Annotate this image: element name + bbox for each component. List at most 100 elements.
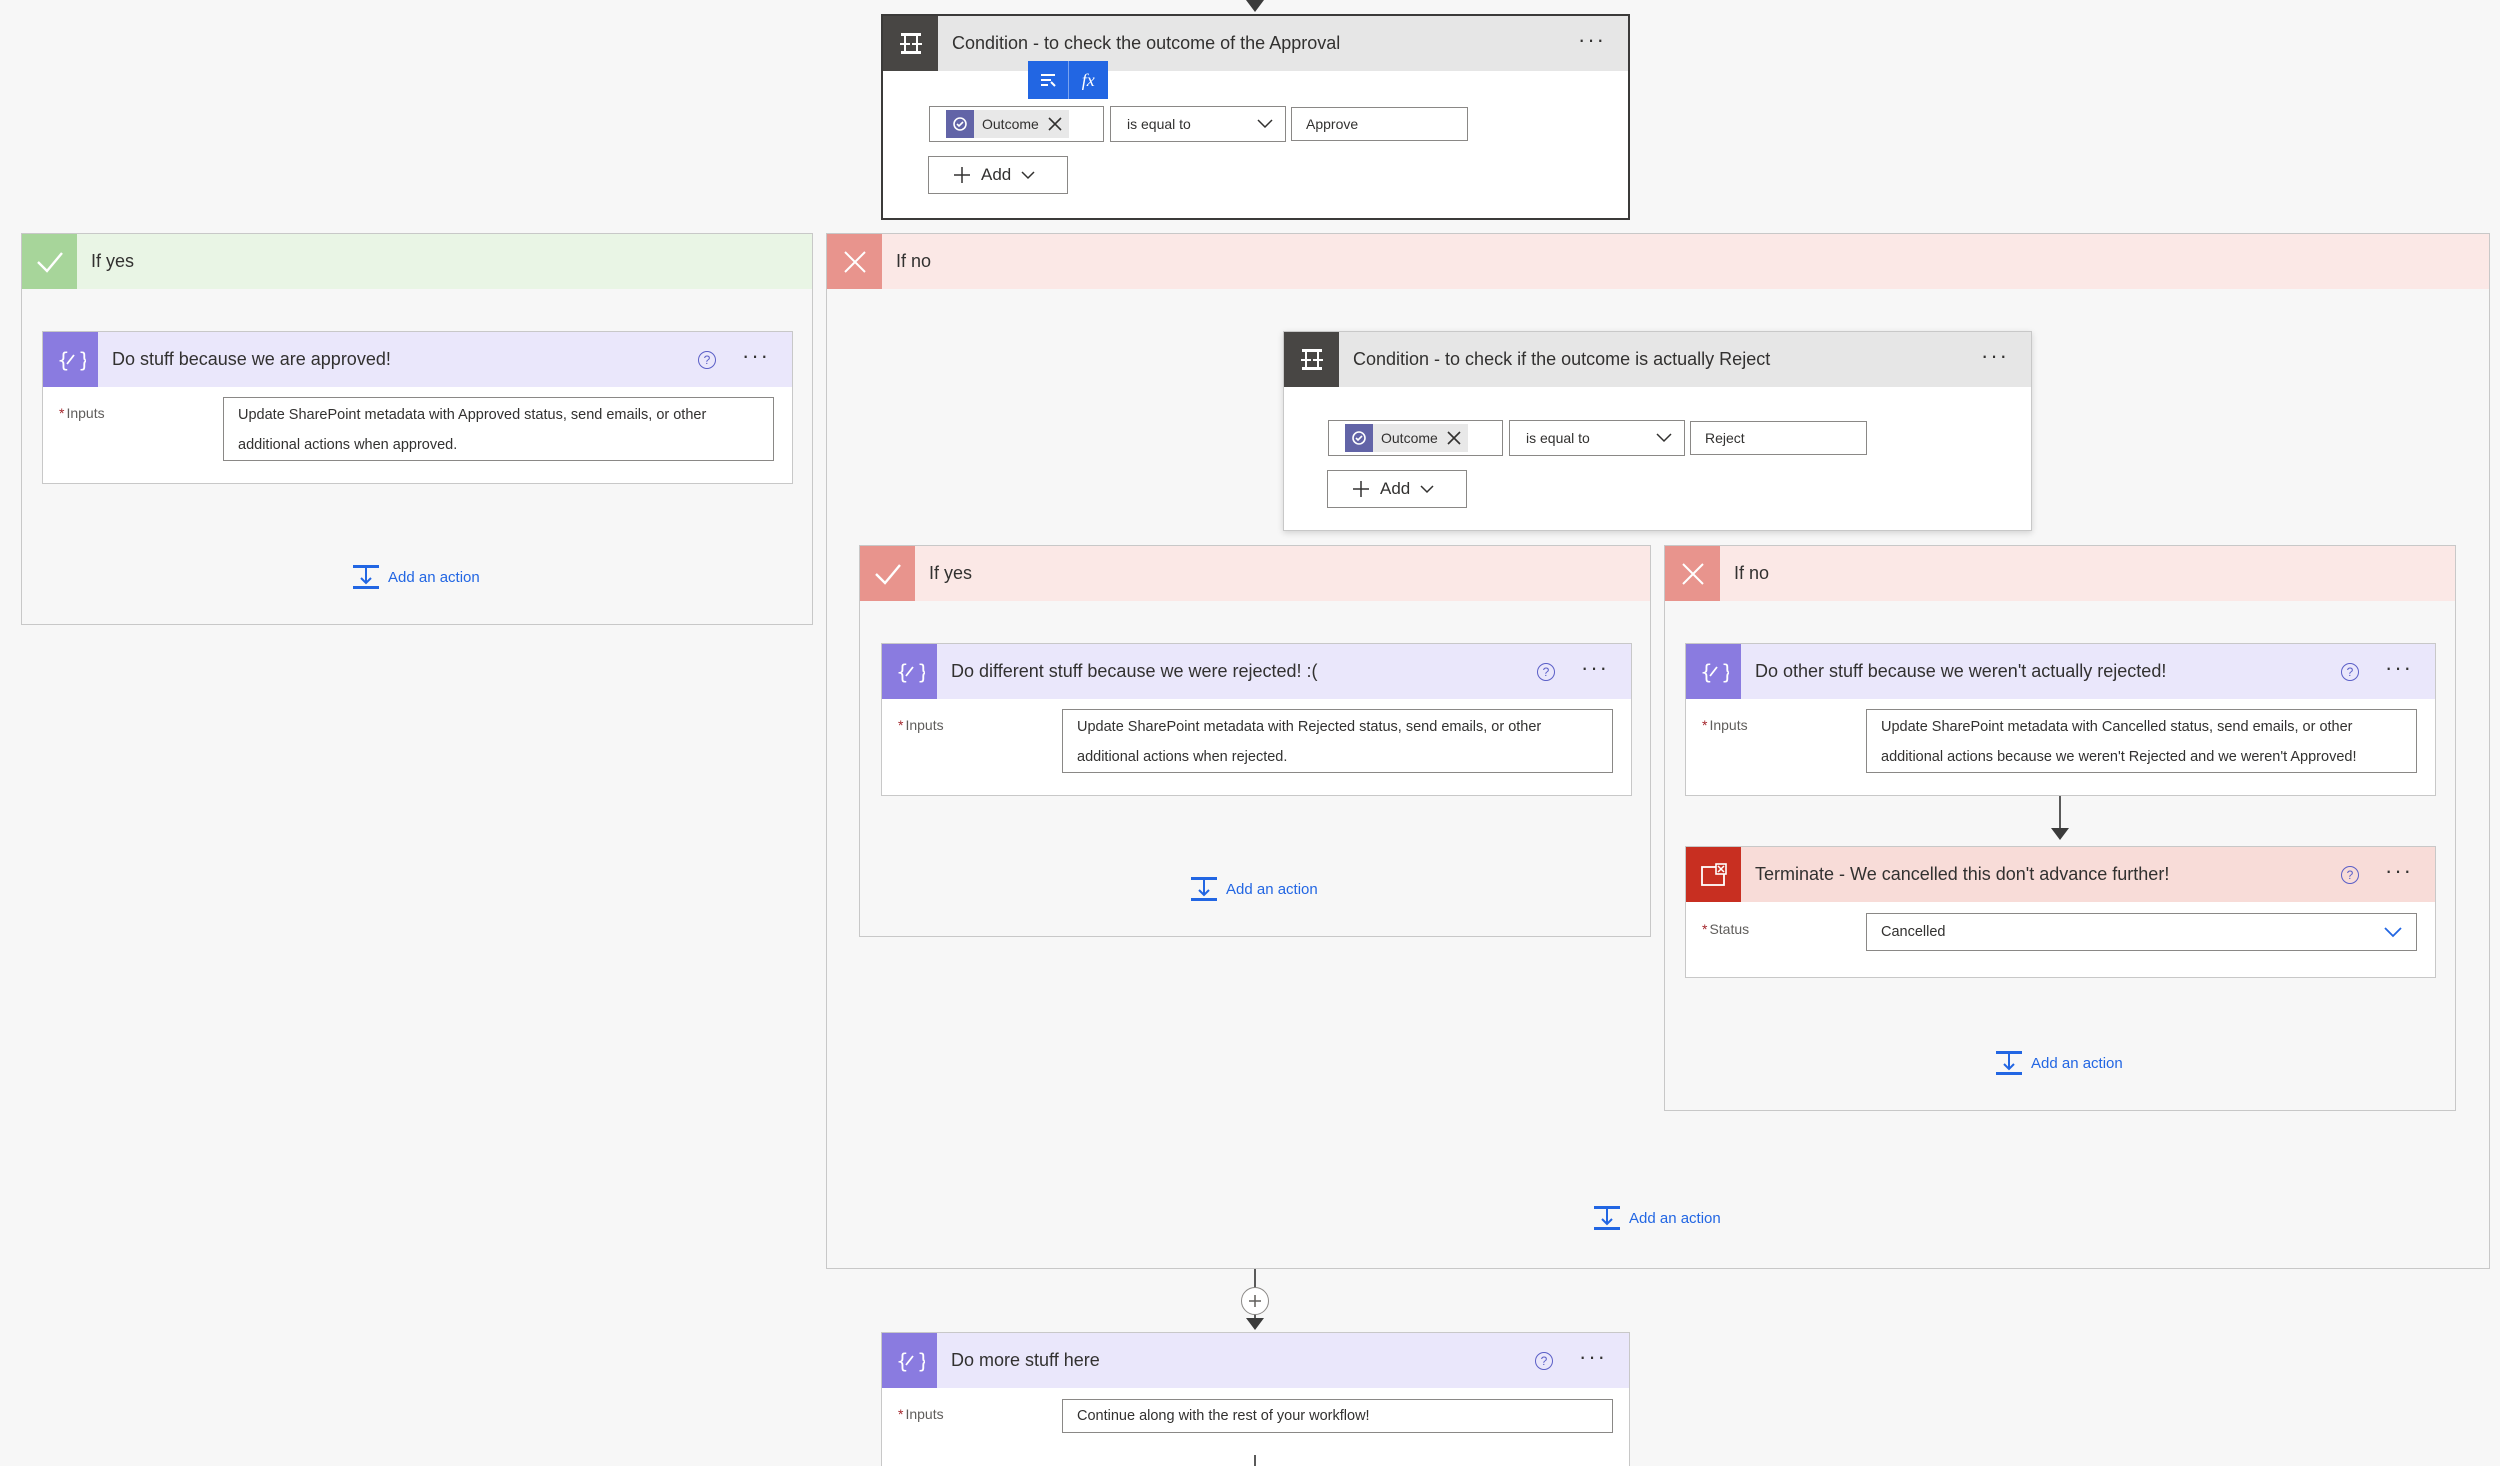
compose-header[interactable]: {} Do more stuff here ? ···: [882, 1333, 1629, 1388]
dynamic-content-icon[interactable]: [1028, 61, 1069, 99]
compose-card-more[interactable]: {} Do more stuff here ? ··· *Inputs Cont…: [881, 1332, 1630, 1466]
approval-icon: [1345, 424, 1373, 452]
branch-inner-if-no: If no {} Do other stuff because we weren…: [1664, 545, 2456, 1111]
add-action-icon: [1191, 877, 1217, 901]
operator-select[interactable]: is equal to: [1110, 106, 1286, 142]
compose-card-approved[interactable]: {} Do stuff because we are approved! ? ·…: [42, 331, 793, 484]
add-condition-button[interactable]: Add: [928, 156, 1068, 194]
compose-icon: {}: [1686, 644, 1741, 699]
compose-header[interactable]: {} Do other stuff because we weren't act…: [1686, 644, 2435, 699]
more-options-icon[interactable]: ···: [1579, 1345, 1607, 1376]
inputs-field[interactable]: Update SharePoint metadata with Rejected…: [1062, 709, 1613, 773]
condition-header[interactable]: Condition - to check the outcome of the …: [883, 16, 1628, 71]
more-options-icon[interactable]: ···: [1578, 28, 1606, 59]
condition-card-main[interactable]: Condition - to check the outcome of the …: [881, 14, 1630, 220]
chevron-down-icon: [1420, 484, 1434, 493]
add-an-action-link[interactable]: Add an action: [1190, 876, 1318, 902]
condition-card-reject[interactable]: Condition - to check if the outcome is a…: [1283, 331, 2032, 531]
more-options-icon[interactable]: ···: [2385, 859, 2413, 890]
inputs-label: * Inputs: [59, 405, 105, 421]
inputs-line: additional actions because we weren't Re…: [1881, 749, 2357, 765]
help-icon[interactable]: ?: [2341, 662, 2360, 681]
condition-left-operand[interactable]: Outcome: [1328, 420, 1503, 456]
connector-line: [2059, 796, 2061, 830]
chevron-down-icon: [1656, 433, 1672, 443]
branch-label: If no: [896, 251, 932, 271]
branch-header-yes[interactable]: If yes: [860, 546, 1650, 601]
svg-text:{: {: [57, 348, 70, 372]
action-title: Terminate - We cancelled this don't adva…: [1755, 864, 2170, 884]
help-icon[interactable]: ?: [1535, 1351, 1554, 1370]
condition-header[interactable]: Condition - to check if the outcome is a…: [1284, 332, 2031, 387]
help-icon[interactable]: ?: [2341, 865, 2360, 884]
branch-if-yes: If yes {} Do stuff because we are approv…: [21, 233, 813, 625]
inputs-field[interactable]: Update SharePoint metadata with Approved…: [223, 397, 774, 461]
close-icon: [1665, 546, 1720, 601]
branch-header-no[interactable]: If no: [827, 234, 2489, 289]
remove-token-icon[interactable]: [1446, 430, 1462, 446]
inputs-field[interactable]: Update SharePoint metadata with Cancelle…: [1866, 709, 2417, 773]
remove-token-icon[interactable]: [1047, 116, 1063, 132]
help-icon[interactable]: ?: [1537, 662, 1556, 681]
add-action-icon: [1996, 1051, 2022, 1075]
more-options-icon[interactable]: ···: [2385, 656, 2413, 687]
add-an-action-link[interactable]: Add an action: [352, 564, 480, 590]
status-select[interactable]: Cancelled: [1866, 913, 2417, 951]
action-title: Do stuff because we are approved!: [112, 349, 391, 369]
inputs-line: additional actions when rejected.: [1077, 749, 1288, 765]
chevron-down-icon: [2384, 926, 2402, 937]
outcome-token[interactable]: Outcome: [946, 110, 1069, 138]
insert-step-button[interactable]: [1241, 1287, 1269, 1315]
branch-header-yes[interactable]: If yes: [22, 234, 812, 289]
approval-icon: [946, 110, 974, 138]
status-value: Cancelled: [1881, 924, 1946, 940]
branch-header-no[interactable]: If no: [1665, 546, 2455, 601]
plus-icon: [1353, 481, 1369, 497]
branch-label: If yes: [929, 563, 973, 583]
operator-select[interactable]: is equal to: [1509, 420, 1685, 456]
terminate-header[interactable]: Terminate - We cancelled this don't adva…: [1686, 847, 2435, 902]
more-options-icon[interactable]: ···: [1581, 656, 1609, 687]
inputs-label: * Inputs: [898, 717, 944, 733]
check-icon: [860, 546, 915, 601]
inputs-field[interactable]: Continue along with the rest of your wor…: [1062, 1399, 1613, 1433]
condition-left-operand[interactable]: Outcome: [929, 106, 1104, 142]
action-title: Do other stuff because we weren't actual…: [1755, 661, 2167, 681]
add-an-action-link[interactable]: Add an action: [1593, 1205, 1721, 1231]
compose-header[interactable]: {} Do different stuff because we were re…: [882, 644, 1631, 699]
expression-fx-icon[interactable]: fx: [1069, 61, 1109, 99]
compose-icon: {}: [882, 1333, 937, 1388]
token-label: Outcome: [982, 116, 1039, 132]
add-condition-button[interactable]: Add: [1327, 470, 1467, 508]
condition-value-input[interactable]: Approve: [1291, 107, 1468, 141]
branch-label: If yes: [91, 251, 135, 271]
svg-text:{: {: [896, 660, 909, 684]
more-options-icon[interactable]: ···: [742, 344, 770, 375]
more-options-icon[interactable]: ···: [1981, 344, 2009, 375]
add-an-action-link[interactable]: Add an action: [1995, 1050, 2123, 1076]
inputs-line: Update SharePoint metadata with Approved…: [238, 407, 707, 423]
add-action-label: Add an action: [1226, 880, 1318, 898]
add-action-icon: [1594, 1206, 1620, 1230]
condition-title: Condition - to check if the outcome is a…: [1353, 349, 1771, 369]
connector-arrow: [2051, 828, 2069, 840]
condition-icon: [883, 16, 938, 71]
outcome-token[interactable]: Outcome: [1345, 424, 1468, 452]
compose-card-rejected[interactable]: {} Do different stuff because we were re…: [881, 643, 1632, 796]
operator-value: is equal to: [1127, 116, 1191, 132]
inputs-line: Update SharePoint metadata with Rejected…: [1077, 719, 1542, 735]
svg-text:}: }: [78, 348, 86, 372]
add-action-label: Add an action: [1629, 1209, 1721, 1227]
condition-value-input[interactable]: Reject: [1690, 421, 1867, 455]
plus-icon: [1249, 1295, 1261, 1307]
close-icon: [827, 234, 882, 289]
connector-arrow: [1246, 0, 1264, 12]
operator-value: is equal to: [1526, 430, 1590, 446]
svg-text:}: }: [917, 1349, 925, 1373]
action-title: Do different stuff because we were rejec…: [951, 661, 1318, 681]
terminate-card[interactable]: Terminate - We cancelled this don't adva…: [1685, 846, 2436, 978]
compose-card-cancelled[interactable]: {} Do other stuff because we weren't act…: [1685, 643, 2436, 796]
svg-text:{: {: [896, 1349, 909, 1373]
help-icon[interactable]: ?: [698, 350, 717, 369]
compose-header[interactable]: {} Do stuff because we are approved! ? ·…: [43, 332, 792, 387]
